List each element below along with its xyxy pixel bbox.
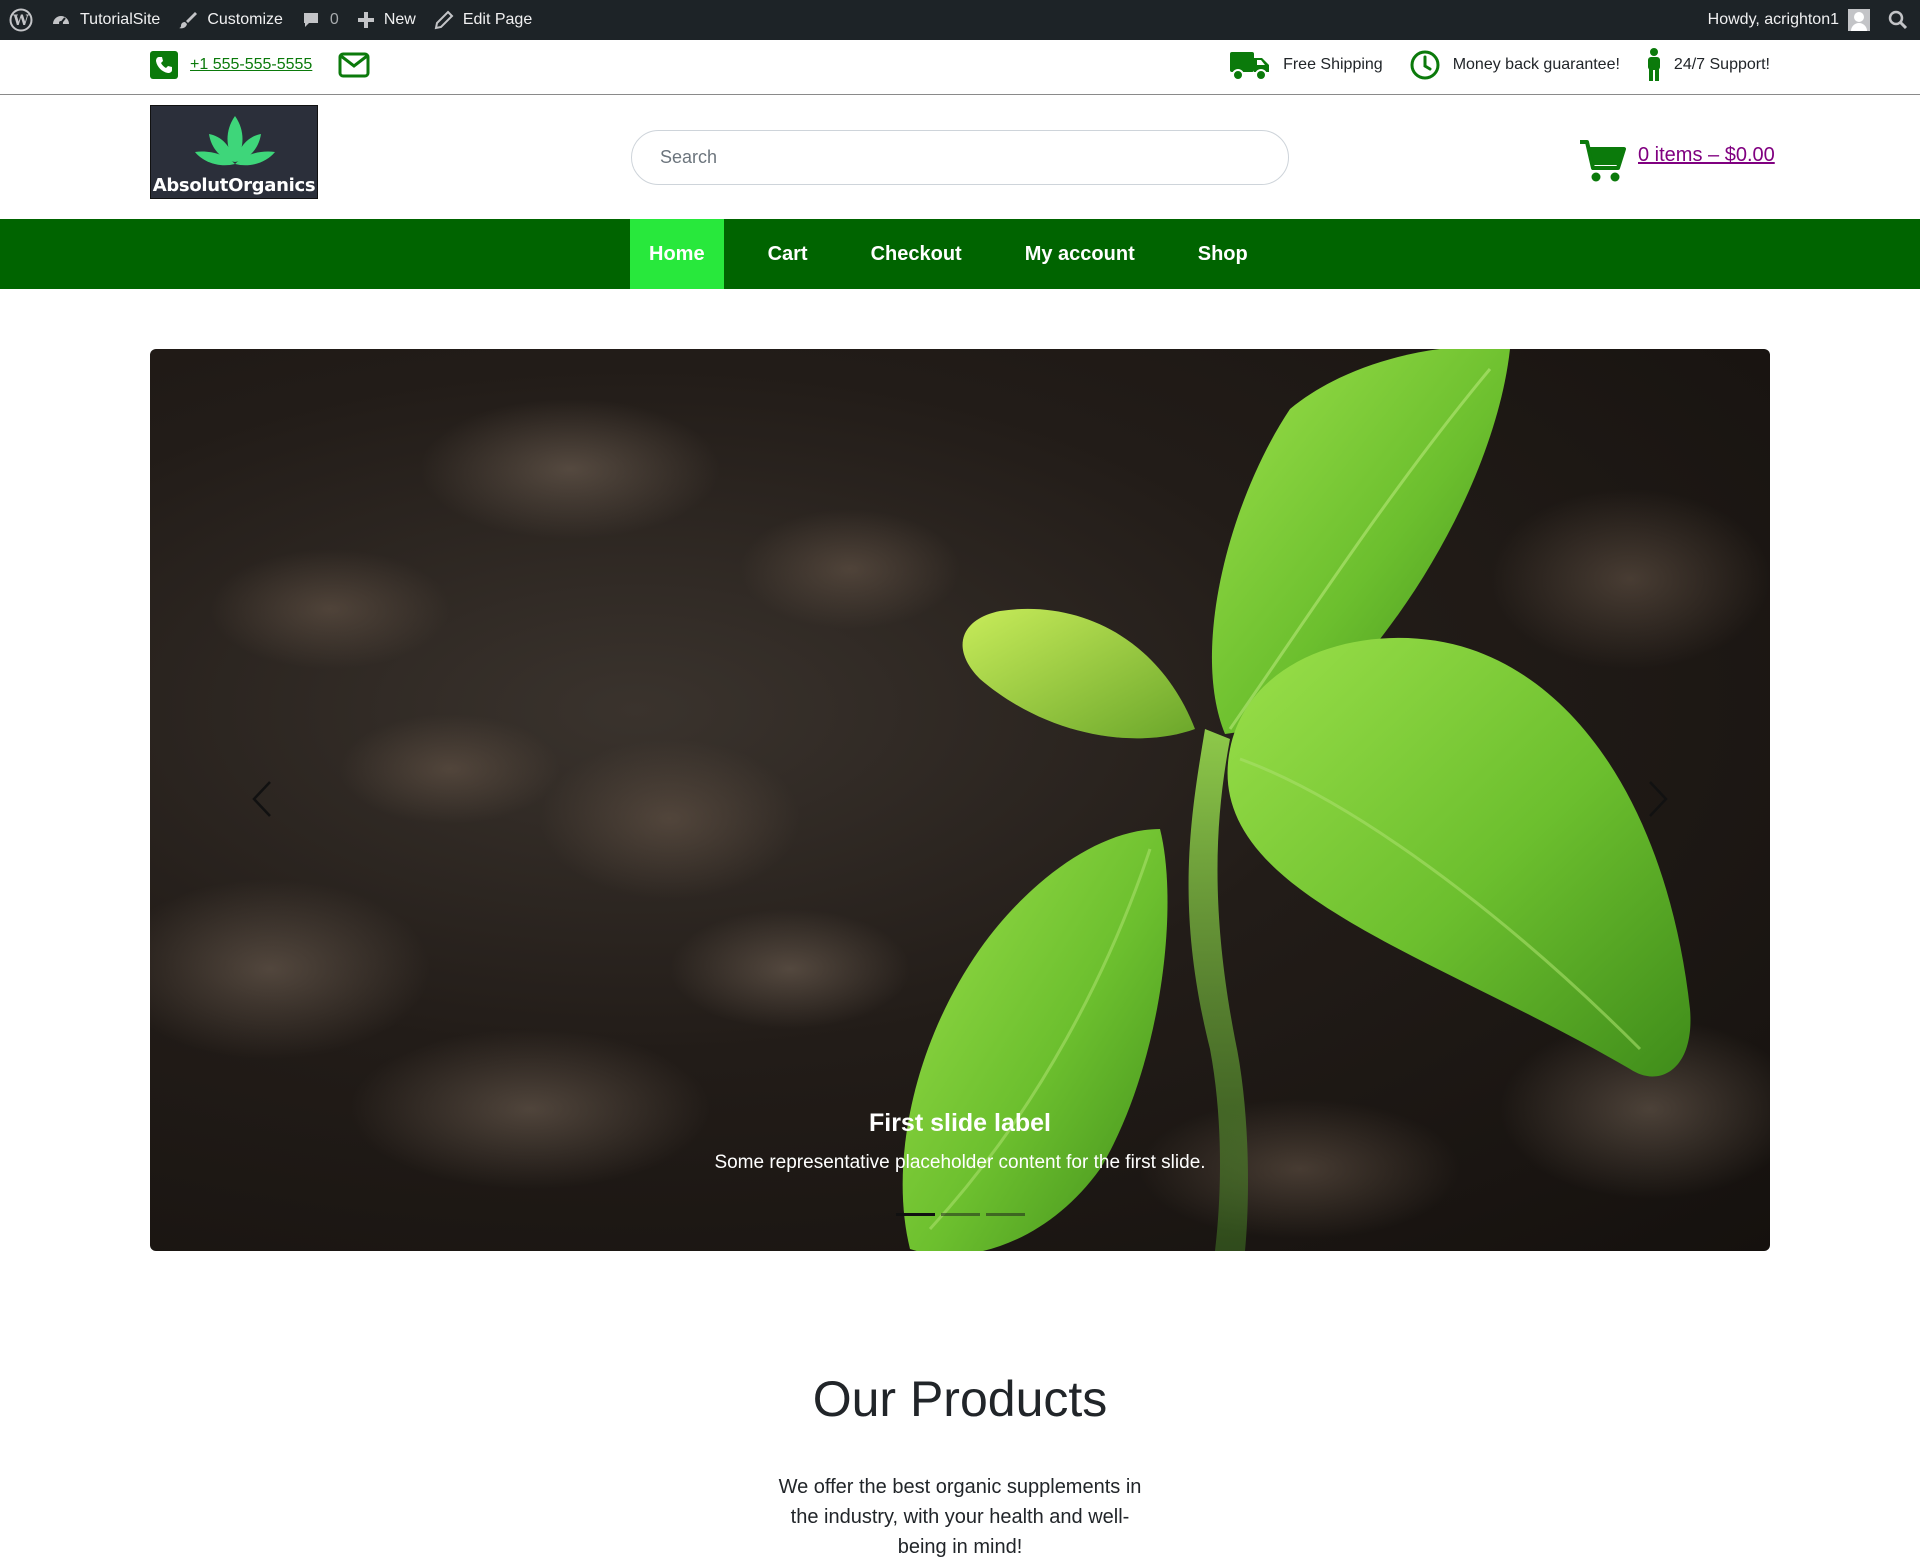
- store-features: Free Shipping Money back guarantee! 24/7…: [1203, 48, 1770, 82]
- comment-bubble-icon: [303, 13, 318, 27]
- lotus-icon: [195, 116, 275, 166]
- truck-icon: [1230, 52, 1270, 81]
- comments-count: 0: [329, 11, 339, 28]
- logo-text: AbsolutOrganics: [152, 175, 316, 196]
- slide-text: Some representative placeholder content …: [714, 1152, 1206, 1173]
- paintbrush-icon: [179, 12, 198, 29]
- feature-label: 24/7 Support!: [1673, 56, 1770, 73]
- edit-page-link[interactable]: Edit Page: [425, 0, 541, 40]
- feature-support: 24/7 Support!: [1646, 48, 1770, 82]
- plus-icon: [357, 12, 374, 28]
- search-input[interactable]: [631, 130, 1289, 185]
- nav-item-checkout[interactable]: Checkout: [852, 219, 981, 289]
- comments-link[interactable]: 0: [292, 0, 348, 40]
- wordpress-logo-icon[interactable]: W: [0, 0, 42, 40]
- customize-link[interactable]: Customize: [169, 0, 292, 40]
- new-label: New: [383, 11, 416, 28]
- customize-label: Customize: [207, 11, 283, 28]
- clock-icon: [1410, 50, 1440, 80]
- wp-admin-bar: W TutorialSite Customize 0 New Edit Page…: [0, 0, 1920, 40]
- dashboard-icon: [53, 16, 69, 25]
- edit-page-label: Edit Page: [462, 11, 533, 28]
- nav-item-home[interactable]: Home: [630, 219, 724, 289]
- avatar: [1848, 9, 1870, 31]
- products-heading: Our Products: [812, 1371, 1108, 1427]
- carousel-prev-button[interactable]: [242, 774, 282, 824]
- site-name-label: TutorialSite: [80, 11, 161, 28]
- email-icon[interactable]: [338, 52, 370, 83]
- slide-caption: First slide label Some representative pl…: [150, 1109, 1770, 1174]
- site-name-link[interactable]: TutorialSite: [42, 0, 169, 40]
- phone-icon: [150, 51, 178, 79]
- cart-contents-link[interactable]: 0 items – $0.00: [1638, 144, 1775, 167]
- new-content-link[interactable]: New: [348, 0, 425, 40]
- shopping-cart-icon[interactable]: [1578, 138, 1626, 189]
- svg-text:W: W: [12, 13, 29, 29]
- carousel-indicator-1[interactable]: [895, 1213, 935, 1216]
- nav-item-shop[interactable]: Shop: [1179, 219, 1267, 289]
- carousel-indicators: [150, 1213, 1770, 1216]
- nav-item-cart[interactable]: Cart: [749, 219, 827, 289]
- carousel-next-button[interactable]: [1638, 774, 1678, 824]
- chevron-right-icon: [1649, 781, 1668, 817]
- phone-link[interactable]: +1 555-555-5555: [190, 56, 312, 74]
- site-logo[interactable]: AbsolutOrganics: [150, 105, 318, 199]
- pencil-icon: [434, 10, 454, 30]
- carousel-indicator-2[interactable]: [940, 1213, 980, 1216]
- hero-carousel: First slide label Some representative pl…: [150, 349, 1770, 1251]
- my-account-menu[interactable]: Howdy, acrighton1: [1699, 0, 1879, 40]
- feature-free-shipping: Free Shipping: [1229, 48, 1383, 82]
- feature-label: Free Shipping: [1283, 56, 1383, 73]
- admin-search-icon[interactable]: [1879, 0, 1920, 40]
- chevron-left-icon: [252, 781, 271, 817]
- person-icon: [1647, 48, 1660, 81]
- products-description: We offer the best organic supplements in…: [778, 1476, 1142, 1558]
- top-info-bar: +1 555-555-5555 Free Shipping Money back…: [0, 40, 1920, 95]
- nav-item-my-account[interactable]: My account: [1006, 219, 1154, 289]
- howdy-label: Howdy, acrighton1: [1707, 11, 1839, 28]
- slide-title: First slide label: [868, 1109, 1051, 1137]
- feature-label: Money back guarantee!: [1452, 56, 1620, 73]
- main-navigation: Home Cart Checkout My account Shop: [0, 219, 1920, 289]
- feature-money-back: Money back guarantee!: [1409, 49, 1620, 81]
- carousel-indicator-3[interactable]: [985, 1213, 1025, 1216]
